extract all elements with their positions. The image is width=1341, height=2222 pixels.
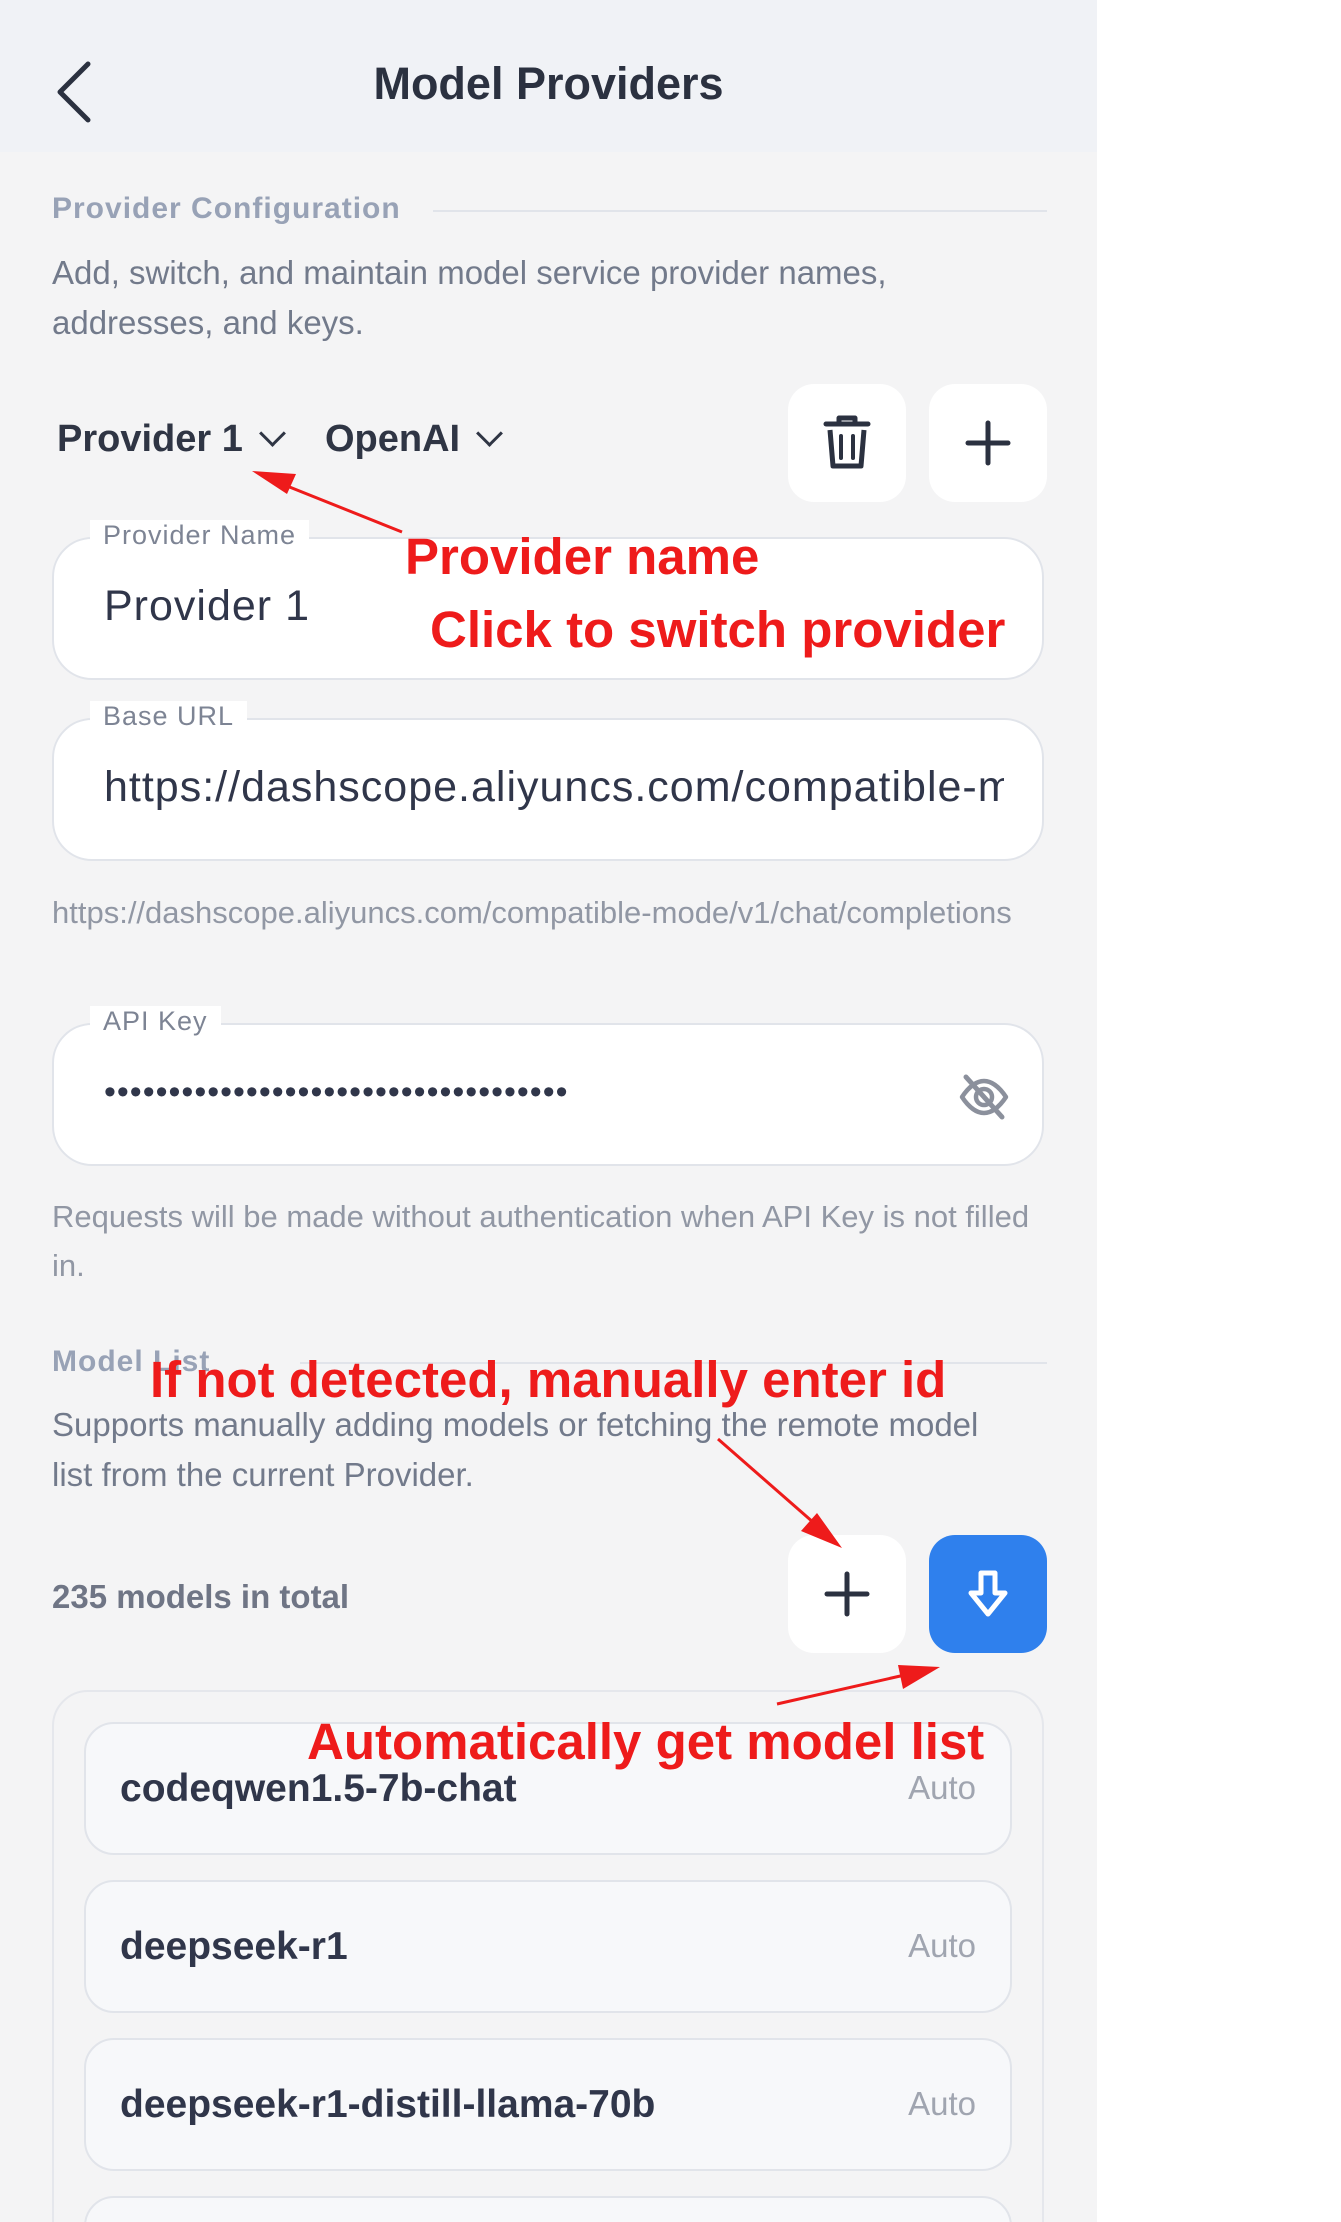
annotation-manual-entry: If not detected, manually enter id bbox=[150, 1351, 947, 1408]
annotation-auto-fetch: Automatically get model list bbox=[307, 1713, 985, 1770]
annotation-provider-name: Provider name bbox=[405, 528, 760, 585]
annotation-switch-provider: Click to switch provider bbox=[430, 601, 1006, 658]
annotation-arrows bbox=[252, 471, 940, 1706]
